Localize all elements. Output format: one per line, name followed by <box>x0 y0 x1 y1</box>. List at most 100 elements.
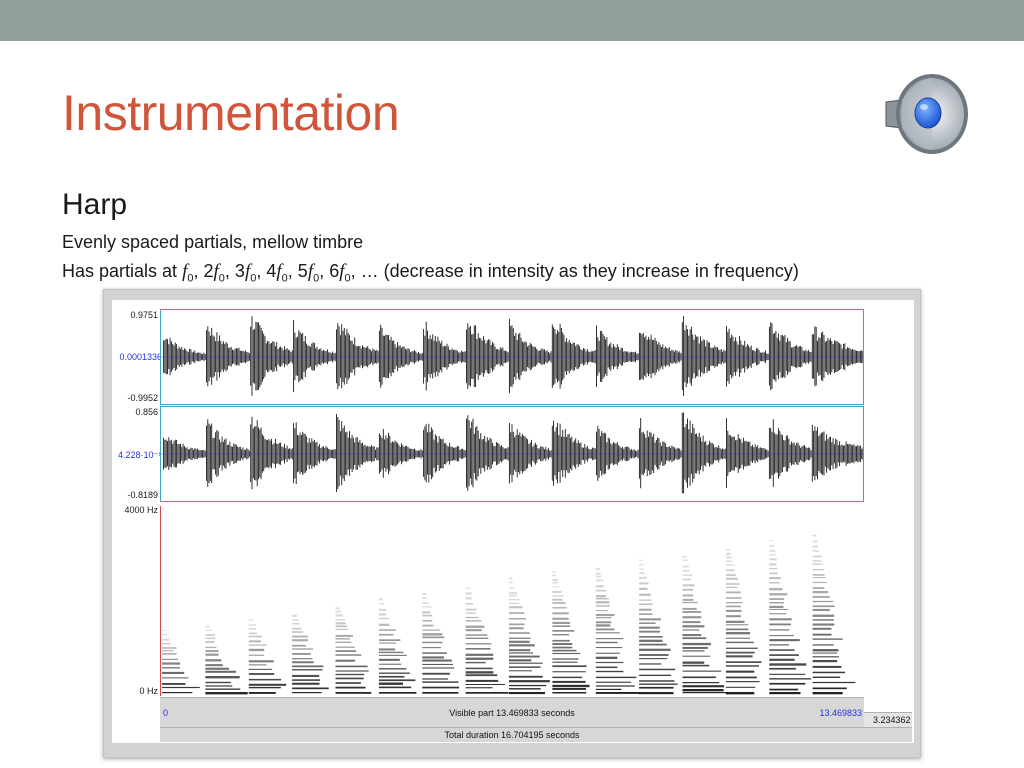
spectrogram-partial <box>769 550 776 552</box>
spectrogram-partial <box>812 644 834 646</box>
spectrogram-partial <box>509 662 543 664</box>
spectrogram-partial <box>162 692 193 694</box>
spectrogram-partial <box>682 588 693 591</box>
spectrogram-partial <box>769 613 787 615</box>
spectrogram-partial <box>248 624 256 626</box>
spectrogram-partial <box>769 598 785 600</box>
spectrogram-partial <box>639 618 661 621</box>
spectrogram-partial <box>552 601 566 604</box>
spectrogram-partial <box>292 648 313 650</box>
spectrogram-partial <box>422 667 455 669</box>
spectrogram-partial <box>639 686 674 689</box>
spectrogram-bottom-label: 0 Hz <box>139 686 158 696</box>
spectrogram-partial <box>769 623 791 626</box>
spectrogram-partial <box>335 619 346 621</box>
spectrogram-partial <box>769 577 781 580</box>
spectrogram-partial <box>639 564 644 566</box>
spectrogram-partial <box>639 572 645 574</box>
spectrogram-partial <box>725 564 735 566</box>
spectrogram-partial <box>248 692 276 694</box>
spectrogram-partial <box>725 591 741 594</box>
spectrogram-partial <box>812 671 845 674</box>
spectrogram-partial <box>335 646 355 648</box>
spectrogram-partial <box>552 578 558 582</box>
spectrogram-partial <box>595 579 604 582</box>
spectrogram-partial <box>725 552 731 556</box>
spectrogram-partial <box>595 656 618 659</box>
waveform-2-plot <box>161 412 864 494</box>
spectrogram-partial <box>378 613 387 616</box>
spectrogram-partial <box>595 598 609 600</box>
spectrogram-partial <box>812 591 829 594</box>
spectrogram-partial <box>335 638 350 640</box>
spectrogram-partial <box>595 617 612 619</box>
spectrogram-partial <box>595 647 623 649</box>
spectrogram-partial <box>552 643 573 645</box>
spectrogram[interactable] <box>160 506 864 696</box>
spectrogram-partial <box>639 603 653 605</box>
spectrogram-partial <box>769 629 790 631</box>
spectrogram-partial <box>509 577 512 580</box>
spectrogram-partial <box>205 637 216 640</box>
spectrogram-partial <box>335 682 361 684</box>
spectrogram-partial <box>552 671 586 673</box>
spectrogram-partial <box>812 692 843 695</box>
partials-line: Has partials at f0, 2f0, 3f0, 4f0, 5f0, … <box>62 261 799 285</box>
spectrogram-partial <box>465 692 509 694</box>
partial-term: , 4f0 <box>256 261 288 285</box>
spectrogram-partial <box>725 624 749 626</box>
spectrogram-partial <box>248 635 262 638</box>
spectrogram-partial <box>682 611 702 613</box>
visible-part-bar[interactable]: 0 Visible part 13.469833 seconds 13.4698… <box>160 697 864 727</box>
partial-term: , 6f0 <box>319 261 351 285</box>
spectrogram-partial <box>335 670 369 672</box>
remaining-bar[interactable]: 3.234362 <box>864 712 912 727</box>
spectrogram-partial <box>509 606 523 609</box>
spectrogram-partial <box>465 616 479 619</box>
spectrogram-partial <box>552 590 562 593</box>
spectrogram-partial <box>639 674 672 676</box>
spectrogram-partial <box>682 650 705 652</box>
spectrogram-partial <box>812 638 843 640</box>
spectrogram-partial <box>552 571 556 573</box>
spectrogram-partial <box>725 560 733 562</box>
spectrogram-partial <box>509 592 517 595</box>
visible-part-label: Visible part 13.469833 seconds <box>449 707 575 718</box>
spectrogram-partial <box>812 596 830 598</box>
spectrogram-partial <box>812 534 817 537</box>
spectrogram-partial <box>292 623 300 625</box>
speaker-icon[interactable] <box>880 66 972 158</box>
spectrogram-top-label: 4000 Hz <box>124 505 158 515</box>
total-duration-bar[interactable]: Total duration 16.704195 seconds <box>160 727 912 742</box>
spectrogram-partial <box>162 629 166 631</box>
spectrogram-partial <box>162 683 186 685</box>
spectrogram-partial <box>465 679 499 682</box>
spectrogram-partial <box>509 649 531 652</box>
spectrogram-partial <box>812 687 847 690</box>
spectrogram-partial <box>639 608 652 611</box>
spectrogram-partial <box>509 627 524 630</box>
spectrogram-partial <box>725 676 757 679</box>
spectrogram-partial <box>205 634 215 637</box>
spectrogram-partial <box>248 673 275 675</box>
spectrogram-partial <box>205 692 248 695</box>
spectrogram-partial <box>639 636 663 638</box>
waveform-channel-1[interactable] <box>160 309 864 405</box>
spectrogram-partial <box>552 658 579 660</box>
waveform-channel-2[interactable] <box>160 406 864 502</box>
spectrogram-partial <box>335 607 340 610</box>
spectrogram-partial <box>552 574 557 577</box>
spectrogram-partial <box>205 676 240 679</box>
spectrogram-partial <box>205 667 229 670</box>
spectrogram-partial <box>552 634 570 636</box>
spectrogram-partial <box>509 692 545 695</box>
spectrogram-partial <box>422 602 429 604</box>
spectrogram-partial <box>205 659 222 662</box>
spectrogram-partial <box>292 627 302 630</box>
spectrogram-partial <box>725 569 735 572</box>
spectrogram-partial <box>162 658 178 660</box>
spectrogram-partial <box>378 679 416 682</box>
spectrogram-partial <box>639 680 675 682</box>
spectrogram-partial <box>465 657 494 660</box>
spectrogram-partial <box>812 545 818 548</box>
